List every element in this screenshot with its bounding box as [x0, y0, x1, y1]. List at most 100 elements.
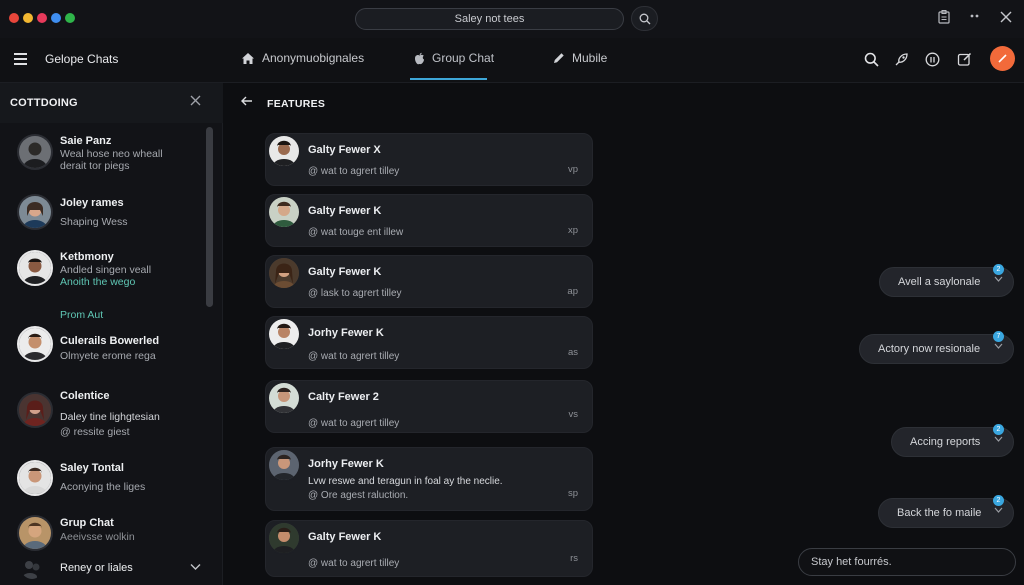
contact-preview: Shaping Wess	[60, 216, 128, 228]
quick-reply-button[interactable]: Back the fo maile 2	[878, 495, 1014, 528]
message-title: Galty Fewer K	[308, 266, 382, 278]
close-icon[interactable]	[1000, 11, 1012, 23]
window-dot-red[interactable]	[9, 13, 19, 23]
contact-item-partial[interactable]: Prom Aut	[0, 307, 206, 321]
contact-item[interactable]: Saley Tontal Aconying the liges	[0, 457, 206, 515]
conversation-title: FEATURES	[267, 98, 326, 110]
avatar	[267, 134, 301, 168]
notification-badge: 2	[993, 424, 1004, 435]
message-card[interactable]: Galty Fewer X @ wat to agrert tilley vp	[265, 133, 593, 186]
sidebar-title: COTTDOING	[10, 97, 78, 109]
quick-reply-button[interactable]: Actory now resionale 7	[859, 331, 1014, 364]
contact-item[interactable]: Colentice Daley tine lighgtesian @ ressi…	[0, 383, 206, 441]
message-title: Galty Fewer X	[308, 144, 381, 156]
message-card[interactable]: Galty Fewer K @ wat touge ent illew xp	[265, 194, 593, 247]
chevron-down-icon	[994, 507, 1003, 513]
message-title: Galty Fewer K	[308, 531, 382, 543]
composer-placeholder: Stay het fourrés.	[811, 556, 892, 568]
message-preview: @ Ore agest raluction.	[308, 490, 409, 501]
window-dot-green[interactable]	[65, 13, 75, 23]
contact-preview: Weal hose neo wheall	[60, 148, 163, 160]
tab-group-chat[interactable]: Group Chat	[414, 51, 494, 65]
chevron-down-icon	[994, 343, 1003, 349]
avatar	[267, 381, 301, 415]
avatar	[17, 326, 53, 362]
back-arrow-icon[interactable]	[241, 96, 253, 106]
message-preview: @ wat to agrert tilley	[308, 558, 400, 569]
message-time: as	[567, 347, 578, 358]
contact-name: Saley Tontal	[60, 462, 124, 474]
message-time: ap	[567, 286, 578, 297]
avatar	[267, 195, 301, 229]
contact-name: Saie Panz	[60, 135, 112, 147]
clipboard-icon[interactable]	[938, 10, 950, 24]
message-time: xp	[567, 225, 578, 236]
message-time: sp	[567, 488, 578, 499]
window-controls	[9, 13, 75, 23]
message-title: Calty Fewer 2	[308, 391, 379, 403]
contact-preview-2: Anoith the wego	[60, 276, 136, 288]
contact-name: Joley rames	[60, 197, 124, 209]
contact-name: Prom Aut	[60, 309, 104, 321]
window-dot-yellow[interactable]	[23, 13, 33, 23]
message-card[interactable]: Jorhy Fewer K Lvw reswe and teragun in f…	[265, 447, 593, 511]
global-search-button[interactable]	[631, 6, 658, 31]
message-title: Jorhy Fewer K	[308, 458, 384, 470]
contact-item[interactable]: Ketbmony Andled singen veall Anoith the …	[0, 247, 206, 305]
hamburger-menu-icon[interactable]	[14, 53, 27, 65]
contact-preview: Aconying the liges	[60, 481, 146, 493]
message-time: rs	[570, 553, 578, 564]
quick-reply-label: Back the fo maile	[897, 507, 982, 519]
window-dot-blue[interactable]	[51, 13, 61, 23]
chevron-down-icon[interactable]	[190, 563, 201, 571]
home-icon	[241, 52, 255, 65]
quick-reply-label: Avell a saylonale	[898, 276, 981, 288]
avatar	[17, 134, 53, 170]
close-icon[interactable]	[190, 95, 201, 106]
message-preview: @ wat touge ent illew	[308, 227, 404, 238]
contact-item[interactable]: Culerails Bowerled Olmyete erome rega	[0, 323, 206, 381]
tab-anonymous[interactable]: Anonymuobignales	[241, 51, 364, 65]
window-dot-pink[interactable]	[37, 13, 47, 23]
avatar	[267, 317, 301, 351]
more-icon[interactable]	[969, 9, 983, 23]
contact-item[interactable]: Reney or liales	[0, 555, 206, 581]
message-card[interactable]: Galty Fewer K @ wat to agrert tilley rs	[265, 520, 593, 577]
contact-item[interactable]: Saie Panz Weal hose neo wheall derait to…	[0, 131, 206, 189]
quick-reply-button[interactable]: Avell a saylonale 2	[879, 264, 1014, 297]
message-preview: @ lask to agrert tilley	[308, 288, 402, 299]
rocket-icon[interactable]	[891, 49, 911, 69]
message-card[interactable]: Jorhy Fewer K @ wat to agrert tilley as	[265, 316, 593, 369]
group-icon	[21, 557, 43, 579]
profile-avatar[interactable]	[990, 46, 1015, 71]
nav-bar: Gelope Chats Anonymuobignales Group Chat…	[0, 38, 1024, 83]
message-preview: @ wat to agrert tilley	[308, 418, 400, 429]
sidebar-scrollbar[interactable]	[206, 127, 213, 307]
notification-badge: 7	[993, 331, 1004, 342]
quick-reply-label: Actory now resionale	[878, 343, 981, 355]
compose-icon[interactable]	[954, 49, 974, 69]
message-preview: @ wat to agrert tilley	[308, 351, 400, 362]
tab-label: Mubile	[572, 51, 608, 65]
tab-label: Group Chat	[432, 51, 495, 65]
contact-name: Colentice	[60, 390, 110, 402]
global-search-text: Saley not tees	[454, 13, 525, 25]
search-icon[interactable]	[861, 49, 881, 69]
message-time: vp	[567, 164, 578, 175]
contact-item[interactable]: Joley rames Shaping Wess	[0, 192, 206, 250]
tab-mobile[interactable]: Mubile	[553, 51, 607, 65]
sidebar-header: COTTDOING	[0, 83, 223, 123]
apple-icon	[414, 52, 425, 65]
avatar	[267, 521, 301, 555]
message-composer-input[interactable]: Stay het fourrés.	[798, 548, 1016, 576]
contact-preview-2: derait tor piegs	[60, 160, 130, 172]
global-search-input[interactable]: Saley not tees	[355, 8, 624, 30]
message-time: vs	[568, 409, 579, 420]
notification-badge: 2	[993, 264, 1004, 275]
message-card[interactable]: Calty Fewer 2 @ wat to agrert tilley vs	[265, 380, 593, 433]
info-icon[interactable]	[922, 49, 942, 69]
quick-reply-button[interactable]: Accing reports 2	[891, 424, 1014, 457]
chevron-down-icon	[994, 436, 1003, 442]
message-card[interactable]: Galty Fewer K @ lask to agrert tilley ap	[265, 255, 593, 308]
search-icon	[639, 13, 651, 25]
